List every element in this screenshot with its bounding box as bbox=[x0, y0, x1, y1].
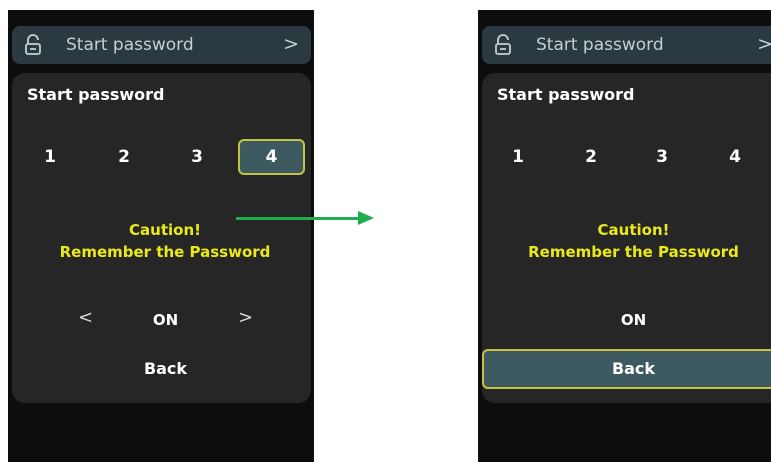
unlocked-padlock-icon bbox=[495, 34, 511, 55]
menu-item-label: Start password bbox=[66, 35, 194, 55]
password-digit-3[interactable]: 3 bbox=[632, 139, 692, 175]
password-digit-4-selected[interactable]: 4 bbox=[238, 139, 305, 175]
transition-arrow-head-icon bbox=[358, 211, 374, 225]
caution-line-1: Caution! bbox=[597, 221, 670, 239]
transition-arrow-line bbox=[236, 217, 362, 220]
menu-item-label: Start password bbox=[536, 35, 664, 55]
password-digit-4[interactable]: 4 bbox=[705, 139, 765, 175]
dialog-title: Start password bbox=[27, 85, 165, 104]
start-password-dialog: Start password 1 2 3 4 Caution! Remember… bbox=[12, 73, 311, 403]
password-digit-1[interactable]: 1 bbox=[20, 139, 80, 175]
caution-message: Caution! Remember the Password bbox=[482, 219, 771, 263]
caution-line-1: Caution! bbox=[129, 221, 201, 239]
chevron-right-icon: > bbox=[757, 33, 771, 55]
screen-after: Start password > Start password 1 2 3 4 … bbox=[478, 10, 771, 462]
on-off-selector: ON bbox=[482, 311, 771, 335]
caution-message: Caution! Remember the Password bbox=[19, 219, 311, 263]
caution-line-2: Remember the Password bbox=[59, 243, 271, 261]
screen-before: Start password > Start password 1 2 3 4 … bbox=[8, 10, 314, 462]
start-password-menu-item[interactable]: Start password > bbox=[12, 26, 311, 64]
back-button-selected[interactable]: Back bbox=[482, 349, 771, 389]
start-password-dialog: Start password 1 2 3 4 Caution! Remember… bbox=[482, 73, 771, 403]
dialog-title: Start password bbox=[497, 85, 635, 104]
on-off-selector: < ON > bbox=[12, 307, 311, 335]
caution-line-2: Remember the Password bbox=[528, 243, 739, 261]
password-digit-2[interactable]: 2 bbox=[561, 139, 621, 175]
password-digit-1[interactable]: 1 bbox=[488, 139, 548, 175]
password-digit-2[interactable]: 2 bbox=[94, 139, 154, 175]
unlocked-padlock-icon bbox=[25, 34, 41, 55]
chevron-right-icon: > bbox=[283, 33, 299, 55]
password-state-value: ON bbox=[152, 311, 179, 329]
back-button[interactable]: Back bbox=[12, 349, 311, 389]
password-state-value: ON bbox=[620, 311, 647, 329]
next-value-arrow[interactable]: > bbox=[238, 307, 253, 328]
password-digit-3[interactable]: 3 bbox=[167, 139, 227, 175]
start-password-menu-item[interactable]: Start password > bbox=[482, 26, 771, 64]
